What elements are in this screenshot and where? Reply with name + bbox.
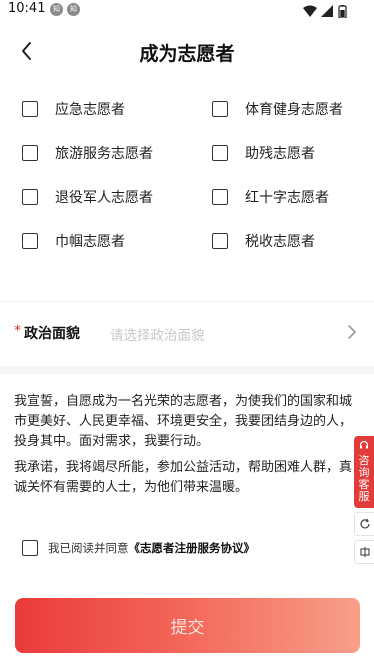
header: 成为志愿者 [0,28,374,74]
checkbox-label: 退役军人志愿者 [55,190,153,206]
headset-icon [359,440,369,449]
checkbox-emergency-volunteer[interactable]: 应急志愿者 [22,97,125,121]
refresh-icon [359,518,370,529]
checkbox-veteran-volunteer[interactable]: 退役军人志愿者 [22,185,153,209]
volunteer-pledge: 我宣誓，自愿成为一名光荣的志愿者，为使我们的国家和城市更美好、人民更幸福、环境更… [14,392,359,498]
pledge-paragraph: 我承诺，我将竭尽所能，参加公益活动，帮助困难人群，真诚关怀有需要的人士，为他们带… [14,460,353,495]
ad-close-button[interactable] [354,540,374,564]
checkbox[interactable] [22,233,38,249]
checkbox-label: 体育健身志愿者 [245,102,343,118]
political-status-label: 政治面貌 [24,326,80,342]
checkbox-label: 旅游服务志愿者 [55,146,153,162]
ad-icon [359,547,370,557]
checkbox-label: 巾帼志愿者 [55,234,125,250]
signal-icon [321,5,333,17]
submit-button[interactable]: 提交 [15,598,360,653]
political-status-placeholder: 请选择政治面貌 [110,328,205,344]
checkbox-disability-aid-volunteer[interactable]: 助残志愿者 [212,141,315,165]
checkbox-label: 应急志愿者 [55,102,125,118]
divider [0,301,374,302]
required-marker: * [14,323,21,339]
checkbox[interactable] [22,101,38,117]
checkbox[interactable] [212,189,228,205]
status-bar: 10:41 知 知 [0,0,374,20]
refresh-button[interactable] [354,512,374,536]
checkbox-label: 红十字志愿者 [245,190,329,206]
checkbox-red-cross-volunteer[interactable]: 红十字志愿者 [212,185,329,209]
customer-service-button[interactable]: 咨询客服 [354,436,374,508]
checkbox-sports-fitness-volunteer[interactable]: 体育健身志愿者 [212,97,343,121]
chevron-right-icon [348,325,356,339]
agreement-link[interactable]: 《志愿者注册服务协议》 [129,540,256,556]
checkbox[interactable] [22,189,38,205]
political-status-selector[interactable]: * 政治面貌 请选择政治面貌 [0,310,374,356]
checkbox[interactable] [212,233,228,249]
checkbox-label: 助残志愿者 [245,146,315,162]
checkbox-label: 税收志愿者 [245,234,315,250]
notification-badge: 知 [50,3,63,16]
agreement-checkbox[interactable] [22,540,38,556]
section-divider [0,366,374,374]
checkbox-women-volunteer[interactable]: 巾帼志愿者 [22,229,125,253]
side-toolbar: 咨询客服 [354,436,374,564]
checkbox-tax-volunteer[interactable]: 税收志愿者 [212,229,315,253]
status-icons [302,3,350,22]
agreement-row: 我已阅读并同意 《志愿者注册服务协议》 [22,538,255,558]
checkbox[interactable] [212,145,228,161]
status-time: 10:41 [8,1,46,16]
customer-service-label: 咨询客服 [358,454,370,503]
battery-icon [338,5,347,19]
pledge-paragraph: 我宣誓，自愿成为一名光荣的志愿者，为使我们的国家和城市更美好、人民更幸福、环境更… [14,394,353,449]
page-title: 成为志愿者 [139,43,235,65]
checkbox[interactable] [212,101,228,117]
agreement-text: 我已阅读并同意 [48,541,129,555]
checkbox-tourism-service-volunteer[interactable]: 旅游服务志愿者 [22,141,153,165]
wifi-icon [303,5,317,17]
notification-badge: 知 [67,3,80,16]
checkbox[interactable] [22,145,38,161]
